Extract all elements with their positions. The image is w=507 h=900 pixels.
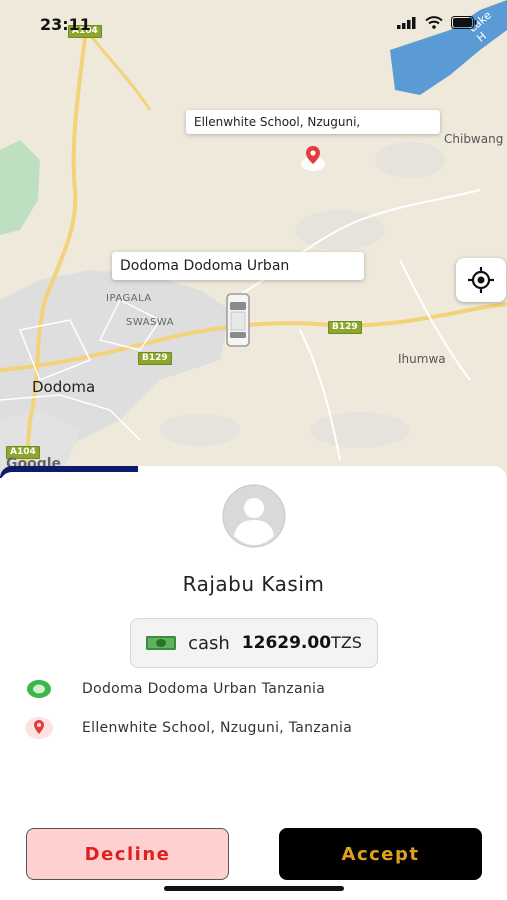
road-shield-b129-left: B129 bbox=[138, 352, 172, 365]
vehicle-icon bbox=[225, 292, 251, 352]
fare-amount: 12629.00 bbox=[241, 633, 332, 653]
destination-callout: Ellenwhite School, Nzuguni, bbox=[186, 110, 440, 134]
dropoff-pin-icon bbox=[24, 716, 54, 740]
map-view[interactable]: Lake H Chibwang IPAGALA SWASWA Ihumwa Do… bbox=[0, 0, 507, 480]
signal-icon bbox=[397, 16, 416, 29]
fare-value: 12629.00TZS bbox=[242, 633, 362, 653]
map-background bbox=[0, 0, 507, 480]
road-shield-b129-right: B129 bbox=[328, 321, 362, 334]
cash-icon bbox=[146, 636, 177, 650]
my-location-icon bbox=[468, 267, 494, 293]
battery-icon bbox=[451, 16, 477, 29]
avatar bbox=[216, 484, 292, 548]
payment-method: cash bbox=[188, 632, 230, 654]
accept-button[interactable]: Accept bbox=[279, 828, 482, 880]
status-time: 23:11 bbox=[40, 15, 91, 34]
user-placeholder-icon bbox=[222, 484, 286, 548]
pickup-address: Dodoma Dodoma Urban Tanzania bbox=[82, 681, 326, 697]
origin-callout: Dodoma Dodoma Urban bbox=[112, 252, 364, 280]
pickup-dot-icon bbox=[24, 677, 54, 701]
decline-button[interactable]: Decline bbox=[26, 828, 229, 880]
chibwang-label: Chibwang bbox=[444, 132, 504, 146]
dropoff-row: Ellenwhite School, Nzuguni, Tanzania bbox=[24, 716, 494, 740]
pickup-row: Dodoma Dodoma Urban Tanzania bbox=[24, 677, 494, 701]
status-bar: 23:11 bbox=[0, 0, 507, 50]
ihumwa-label: Ihumwa bbox=[398, 352, 446, 366]
sheet-top-edge bbox=[0, 472, 507, 484]
ipagala-label: IPAGALA bbox=[106, 293, 152, 304]
fare-card: cash 12629.00TZS bbox=[130, 618, 378, 668]
wifi-icon bbox=[425, 16, 443, 29]
dodoma-label: Dodoma bbox=[32, 378, 96, 396]
home-indicator[interactable] bbox=[164, 886, 344, 891]
my-location-button[interactable] bbox=[456, 258, 506, 302]
fare-currency: TZS bbox=[331, 633, 362, 652]
rider-name: Rajabu Kasim bbox=[182, 572, 325, 596]
swaswa-label: SWASWA bbox=[126, 317, 175, 328]
dropoff-address: Ellenwhite School, Nzuguni, Tanzania bbox=[82, 720, 353, 736]
destination-pin-icon bbox=[300, 142, 326, 176]
status-icons bbox=[397, 16, 477, 29]
